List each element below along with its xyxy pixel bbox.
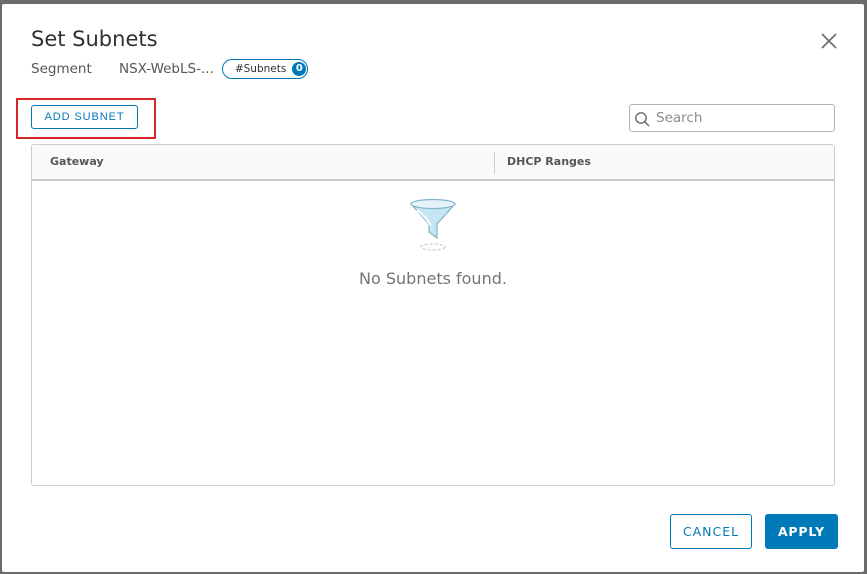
column-divider[interactable] — [494, 152, 495, 174]
segment-row: Segment NSX-WebLS-... #Subnets 0 — [31, 59, 309, 79]
empty-state-message: No Subnets found. — [359, 269, 507, 288]
search-input[interactable] — [656, 107, 828, 129]
dialog-title: Set Subnets — [31, 27, 158, 51]
apply-button[interactable]: APPLY — [765, 514, 838, 549]
subnets-badge-label: #Subnets — [234, 63, 287, 75]
subnets-datagrid: Gateway DHCP Ranges No Subnets found. — [31, 144, 835, 486]
filter-funnel-icon — [409, 198, 457, 251]
search-icon — [635, 112, 650, 127]
cancel-button[interactable]: CANCEL — [670, 514, 752, 549]
add-subnet-button[interactable]: ADD SUBNET — [31, 105, 138, 129]
segment-label: Segment — [31, 61, 92, 77]
datagrid-header: Gateway DHCP Ranges — [32, 145, 834, 181]
subnets-badge-count: 0 — [292, 62, 307, 76]
set-subnets-dialog: Set Subnets Segment NSX-WebLS-... #Subne… — [2, 4, 864, 572]
search-box[interactable] — [629, 104, 835, 132]
column-header-dhcp-ranges[interactable]: DHCP Ranges — [507, 145, 591, 179]
close-icon[interactable] — [818, 30, 840, 52]
close-button[interactable] — [818, 30, 840, 52]
subnets-count-badge: #Subnets 0 — [221, 59, 309, 79]
column-header-gateway[interactable]: Gateway — [50, 145, 104, 179]
segment-value: NSX-WebLS-... — [119, 61, 214, 77]
